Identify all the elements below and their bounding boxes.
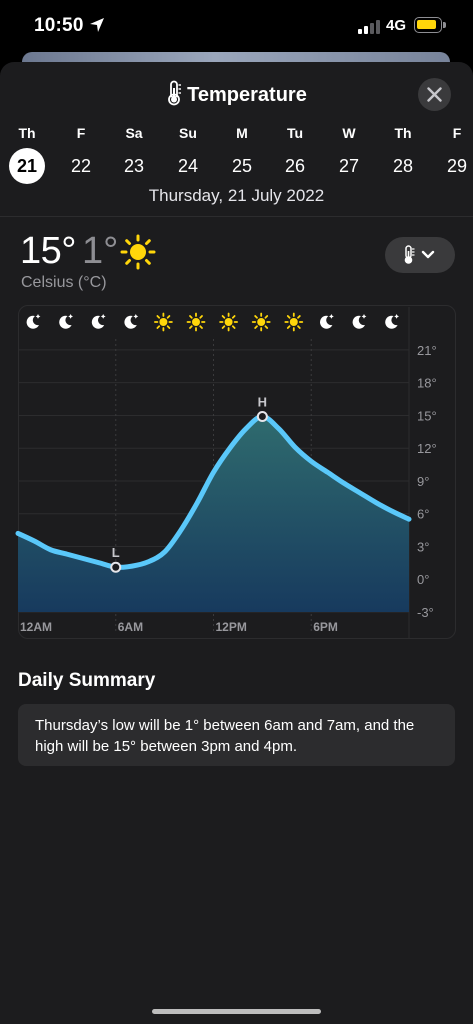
home-indicator[interactable] (152, 1009, 321, 1014)
daily-summary-card: Thursday’s low will be 1° between 6am an… (18, 704, 455, 766)
moon-icon (59, 314, 73, 329)
y-tick-label: 18° (417, 376, 437, 391)
high-point-marker (256, 411, 268, 423)
high-point-label: H (258, 395, 267, 410)
y-tick-label: -3° (417, 605, 434, 620)
y-tick-label: 12° (417, 441, 437, 456)
x-tick-label: 6PM (313, 620, 338, 634)
moon-icon (91, 314, 106, 329)
x-tick-label: 12PM (216, 620, 247, 634)
sun-icon (186, 312, 206, 332)
low-point-label: L (112, 545, 120, 560)
y-tick-label: 3° (417, 539, 429, 554)
y-tick-label: 15° (417, 408, 437, 423)
moon-icon (385, 314, 399, 329)
y-tick-label: 6° (417, 507, 429, 522)
y-tick-label: 0° (417, 572, 429, 587)
sun-icon (284, 312, 304, 332)
moon-icon (26, 314, 41, 329)
moon-icon (124, 314, 139, 329)
x-tick-label: 6AM (118, 620, 143, 634)
daily-summary-text: Thursday’s low will be 1° between 6am an… (35, 717, 415, 755)
low-point-marker (110, 561, 122, 573)
moon-icon (352, 314, 367, 329)
sun-icon (219, 312, 239, 332)
y-tick-label: 9° (417, 474, 429, 489)
y-tick-label: 21° (417, 343, 437, 358)
daily-summary-title: Daily Summary (18, 670, 156, 691)
sun-icon (251, 312, 271, 332)
moon-icon (320, 314, 334, 329)
x-tick-label: 12AM (20, 620, 52, 634)
sun-icon (153, 312, 173, 332)
temperature-chart-svg: 21° 18° 15° 12° 9° 6° 3° 0° -3° 12AM 6AM 12PM 6PM L H (15, 307, 437, 638)
